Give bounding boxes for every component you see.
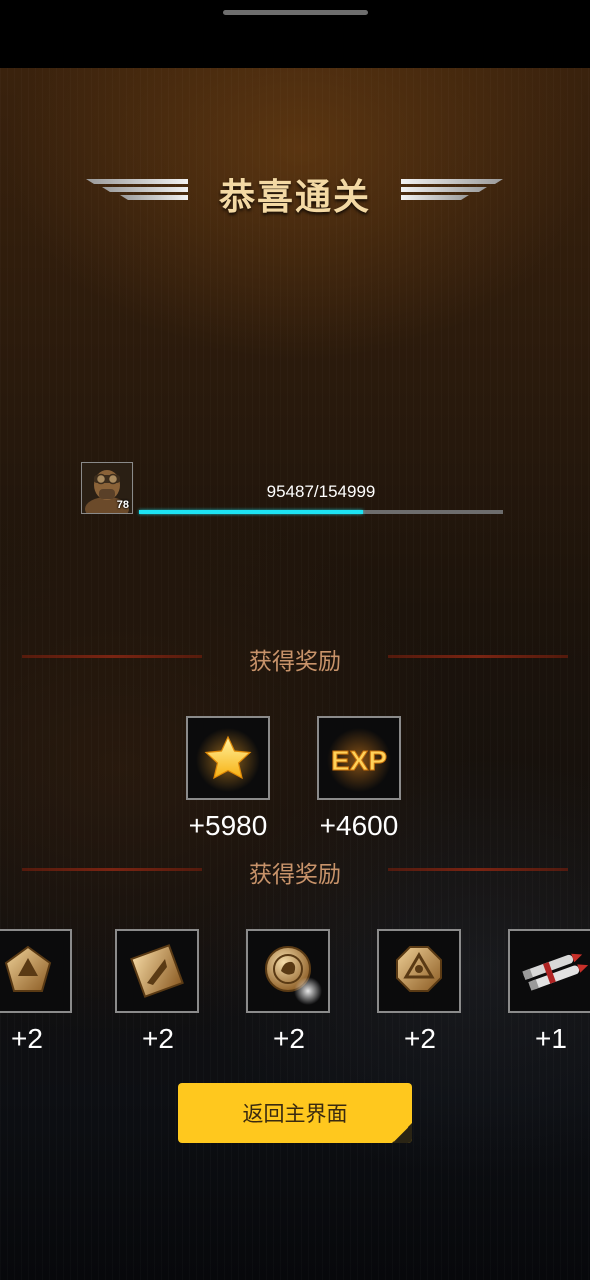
status-bar [0, 0, 590, 68]
section-divider-right [388, 868, 568, 871]
exp-counter: 95487/154999 [266, 482, 376, 501]
exp-bar-fill [139, 510, 364, 514]
exp-bar [139, 510, 503, 514]
level-badge: 78 [116, 499, 129, 511]
pentagon-medal-icon [4, 945, 52, 992]
reward-tile-octagon-emblem[interactable] [377, 929, 461, 1013]
reward-amount: +2 [404, 1023, 436, 1054]
reward-amount: +5980 [188, 810, 268, 841]
reward-tile-exp[interactable]: EXP [317, 716, 401, 800]
return-home-button-label: 返回主界面 [242, 1102, 348, 1126]
round-coin-icon [265, 946, 322, 1005]
reward-tile-round-coin[interactable] [246, 929, 330, 1013]
section-divider-left [22, 868, 202, 871]
return-home-button[interactable]: 返回主界面 [178, 1083, 412, 1143]
reward-tile-diamond-badge[interactable] [115, 929, 199, 1013]
reward-tile-missile-pod[interactable] [508, 929, 590, 1013]
diamond-badge-icon [130, 944, 184, 998]
reward-tile-star[interactable] [186, 716, 270, 800]
reward-tile-pentagon-medal[interactable] [0, 929, 72, 1013]
svg-text:EXP: EXP [331, 745, 387, 776]
player-avatar[interactable]: 78 [81, 462, 133, 514]
right-wing-ornament [401, 179, 503, 200]
victory-screen: 恭喜通关 78 95487/154999 获得奖励 +5980 EXP +460… [0, 68, 590, 1280]
octagon-emblem-icon [396, 946, 442, 992]
star-icon [196, 728, 260, 792]
page-title: 恭喜通关 [218, 177, 371, 218]
reward-amount: +4600 [319, 810, 399, 841]
exp-icon: EXP [327, 728, 391, 792]
section-divider-right [388, 655, 568, 658]
left-wing-ornament [86, 179, 188, 200]
reward-amount: +2 [142, 1023, 174, 1054]
home-indicator[interactable] [223, 10, 368, 15]
reward-amount: +1 [535, 1023, 567, 1054]
section-divider-left [22, 655, 202, 658]
reward-amount: +2 [273, 1023, 305, 1054]
rewards-header: 获得奖励 [249, 649, 341, 675]
rewards-header: 获得奖励 [249, 862, 341, 888]
reward-amount: +2 [11, 1023, 43, 1054]
missile-pod-icon [522, 953, 589, 991]
